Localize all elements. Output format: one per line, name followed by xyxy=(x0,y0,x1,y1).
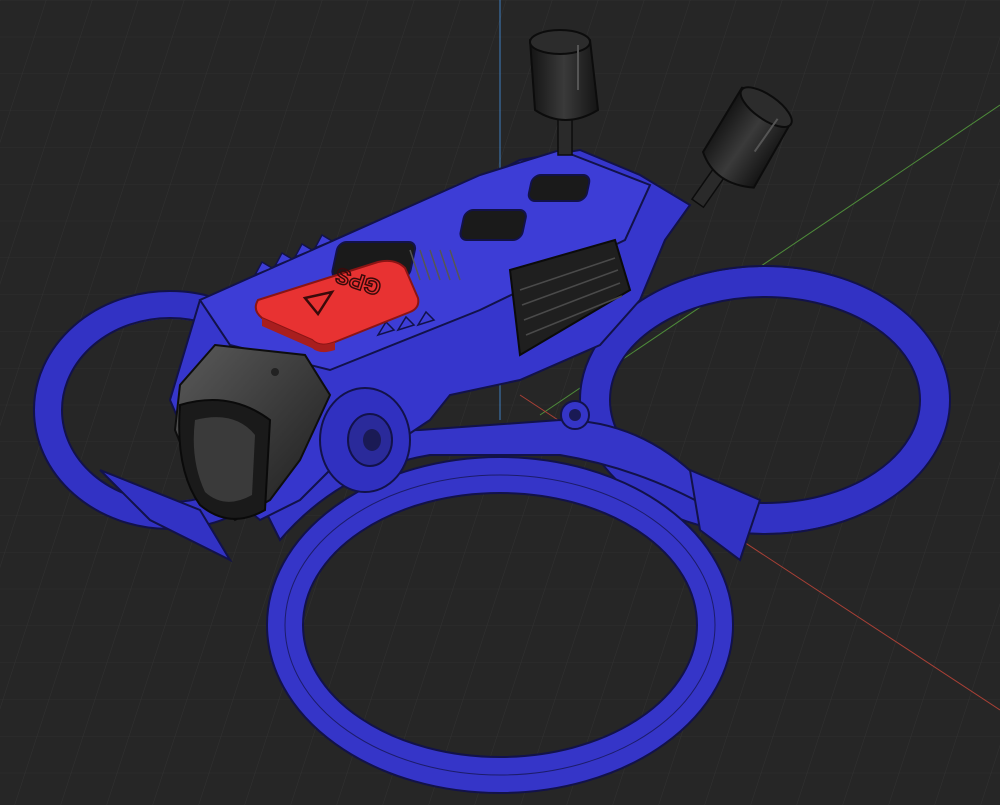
viewport-canvas[interactable]: GPS xyxy=(0,0,1000,805)
frame-standoff-hole xyxy=(569,409,581,421)
vent-slot-3 xyxy=(527,174,591,202)
3d-viewport[interactable]: GPS xyxy=(0,0,1000,805)
vent-slot-2 xyxy=(459,209,527,241)
